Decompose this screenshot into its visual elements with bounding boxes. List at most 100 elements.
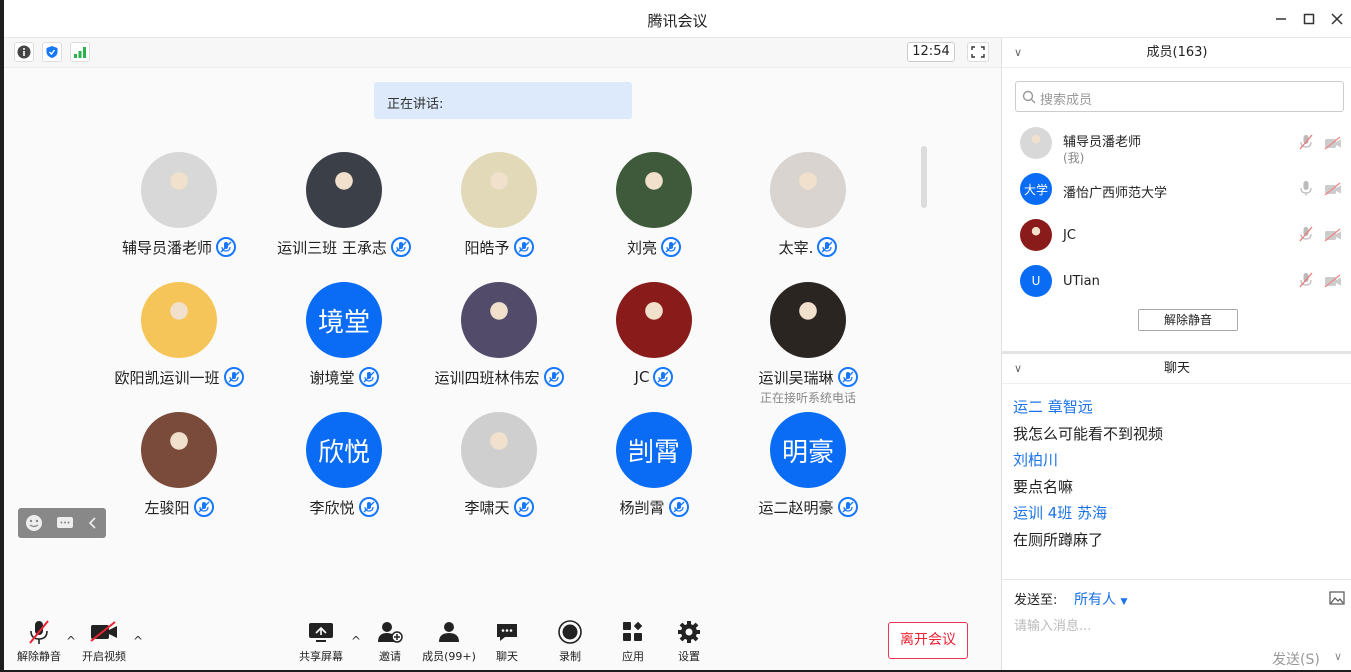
participant-tile[interactable]: 明豪 运二赵明豪 (733, 412, 883, 518)
chat-bubble-icon[interactable] (56, 514, 74, 532)
participant-tile[interactable]: 太宰. (733, 152, 883, 258)
security-button[interactable] (42, 42, 62, 62)
member-row[interactable]: U UTian (1002, 260, 1351, 306)
participant-tile[interactable]: 辅导员潘老师 (104, 152, 254, 258)
participant-tile[interactable]: 剀霄 杨剀霄 (579, 412, 729, 518)
microphone-muted-icon (358, 367, 379, 387)
avatar (1020, 219, 1052, 251)
microphone-muted-icon (193, 497, 214, 517)
camera-off-icon[interactable] (1324, 135, 1342, 154)
record-icon (558, 620, 582, 644)
meeting-clock: 12:54 (907, 42, 955, 62)
image-icon[interactable] (1329, 591, 1345, 605)
participant-avatar (141, 282, 217, 358)
member-row[interactable]: JC (1002, 214, 1351, 260)
microphone-muted-icon (513, 237, 534, 257)
participant-avatar: 境堂 (306, 282, 382, 358)
chat-sender[interactable]: 刘柏川 (1013, 449, 1058, 470)
signal-icon (74, 47, 86, 58)
info-button[interactable] (14, 42, 34, 62)
members-panel-title: 成员(163) (1146, 45, 1208, 60)
microphone-muted-icon (358, 497, 379, 517)
emoji-icon[interactable] (25, 514, 43, 532)
unmute-button[interactable]: 解除静音 (4, 618, 74, 664)
fullscreen-icon (971, 46, 985, 58)
grid-scrollbar[interactable] (921, 146, 927, 208)
member-search-input[interactable]: 搜索成员 (1015, 81, 1344, 112)
participant-name: 运二赵明豪 (758, 498, 834, 517)
participant-tile[interactable]: 运训三班 王承志 (269, 152, 419, 258)
member-search-placeholder: 搜索成员 (1040, 93, 1093, 108)
fullscreen-button[interactable] (967, 42, 989, 62)
leave-meeting-button[interactable]: 离开会议 (888, 622, 968, 659)
camera-off-icon[interactable] (1324, 273, 1342, 292)
member-row[interactable]: 辅导员潘老师 (我) (1002, 122, 1351, 168)
send-options-chevron[interactable]: ∨ (1334, 650, 1342, 663)
participant-tile[interactable]: 境堂 谢境堂 (269, 282, 419, 388)
participant-avatar (770, 282, 846, 358)
participant-name: 运训四班林伟宏 (434, 368, 540, 387)
avatar (1020, 127, 1052, 159)
chevron-down-icon[interactable]: ∨ (1014, 38, 1022, 68)
participant-tile[interactable]: 李啸天 (424, 412, 574, 518)
microphone-muted-icon (817, 237, 838, 257)
chat-panel-header[interactable]: ∨ 聊天 (1002, 354, 1351, 384)
chat-sender[interactable]: 运训 4班 苏海 (1013, 502, 1107, 523)
participant-tile[interactable]: 运训四班林伟宏 (424, 282, 574, 388)
participant-tile[interactable]: 阳皓予 (424, 152, 574, 258)
chat-sender[interactable]: 运二 章智远 (1013, 396, 1093, 417)
video-options-chevron[interactable]: ^ (133, 634, 143, 648)
microphone-icon[interactable] (1299, 180, 1313, 200)
members-icon (439, 622, 459, 642)
microphone-muted-icon (543, 367, 564, 387)
participant-name: JC (634, 368, 650, 386)
chat-message-text: 要点名嘛 (1013, 478, 1074, 496)
close-icon (1331, 13, 1343, 25)
participant-avatar (461, 412, 537, 488)
start-video-button[interactable]: 开启视频 (69, 618, 139, 664)
participant-name: 辅导员潘老师 (121, 238, 212, 257)
members-panel-header[interactable]: ∨ 成员(163) (1002, 38, 1351, 68)
participant-name: 谢境堂 (309, 368, 355, 387)
participant-tile[interactable]: 欧阳凯运训一班 (104, 282, 254, 388)
send-target-select[interactable]: 所有人 ▼ (1074, 589, 1127, 609)
apps-icon (623, 621, 643, 641)
participant-tile[interactable]: 欣悦 李欣悦 (269, 412, 419, 518)
microphone-muted-icon (216, 237, 236, 257)
maximize-button[interactable] (1298, 8, 1320, 30)
chat-input[interactable]: 请输入消息... (1014, 615, 1091, 634)
settings-button[interactable]: 设置 (654, 618, 724, 664)
participant-name: 太宰. (778, 238, 814, 257)
record-button[interactable]: 录制 (535, 618, 605, 664)
participant-name: 李欣悦 (309, 498, 355, 517)
microphone-muted-icon[interactable] (1299, 134, 1313, 154)
microphone-muted-icon[interactable] (1299, 226, 1313, 246)
window-title: 腾讯会议 (647, 12, 708, 30)
microphone-muted-icon[interactable] (1299, 272, 1313, 292)
participant-tile[interactable]: 运训吴瑞琳 正在接听系统电话 (733, 282, 883, 406)
network-status-button[interactable] (70, 42, 90, 62)
camera-off-icon[interactable] (1324, 181, 1342, 200)
participant-name: 刘亮 (626, 238, 657, 257)
chevron-down-icon[interactable]: ∨ (1014, 354, 1022, 384)
microphone-muted-icon (513, 497, 534, 517)
chat-message-text: 在厕所蹲麻了 (1013, 531, 1104, 549)
send-button[interactable]: 发送(S) (1272, 649, 1320, 669)
participant-tile[interactable]: JC (579, 282, 729, 388)
share-screen-button[interactable]: 共享屏幕 (286, 618, 356, 664)
side-panel: ∨ 成员(163) 搜索成员 辅导员潘老师 (我) 大学 潘怡广西师范大学 JC U UTi… (1001, 38, 1351, 670)
gear-icon (678, 621, 700, 643)
close-button[interactable] (1326, 8, 1348, 30)
chat-button[interactable]: 聊天 (472, 618, 542, 664)
microphone-muted-icon (223, 367, 244, 387)
camera-off-icon[interactable] (1324, 227, 1342, 246)
participant-avatar (616, 282, 692, 358)
participant-tile[interactable]: 左骏阳 (104, 412, 254, 518)
minimize-button[interactable] (1270, 8, 1292, 30)
reaction-bar (18, 508, 106, 538)
microphone-muted-icon (668, 497, 689, 517)
chevron-left-icon[interactable] (87, 514, 99, 532)
member-row[interactable]: 大学 潘怡广西师范大学 (1002, 168, 1351, 214)
participant-tile[interactable]: 刘亮 (579, 152, 729, 258)
unmute-all-button[interactable]: 解除静音 (1138, 309, 1238, 331)
